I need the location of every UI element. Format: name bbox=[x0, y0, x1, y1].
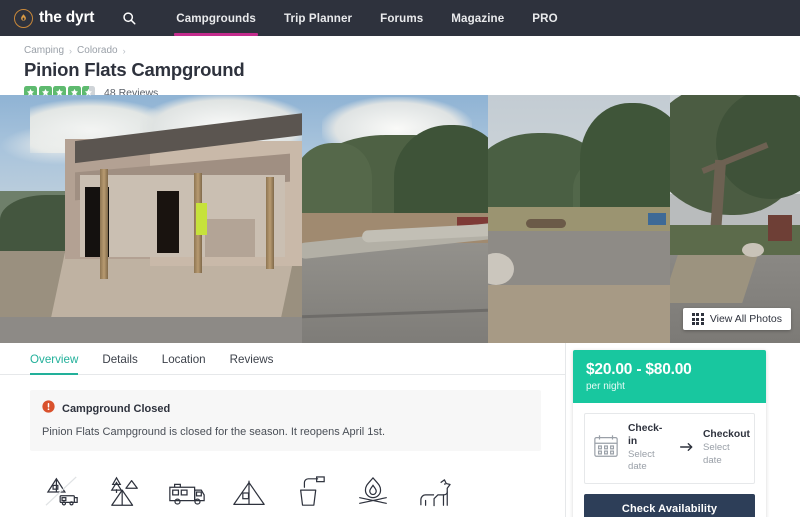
alert-title: Campground Closed bbox=[62, 403, 171, 415]
faucet-cup-icon bbox=[295, 473, 327, 509]
grid-icon bbox=[691, 313, 704, 325]
amenity-tent-sites[interactable]: Tent Sites bbox=[218, 473, 280, 517]
breadcrumb-item-colorado[interactable]: Colorado bbox=[77, 45, 118, 56]
check-availability-button[interactable]: Check Availability bbox=[584, 493, 755, 517]
breadcrumb-separator-icon: › bbox=[122, 45, 126, 56]
arrow-right-icon bbox=[680, 442, 694, 454]
dog-icon bbox=[417, 473, 453, 509]
photo-pavement bbox=[302, 243, 488, 343]
photo-sign bbox=[196, 203, 207, 235]
tab-details[interactable]: Details bbox=[90, 343, 149, 375]
nav-link-trip-planner[interactable]: Trip Planner bbox=[270, 0, 366, 36]
photo-gravel bbox=[488, 285, 670, 343]
gallery-photo-2[interactable] bbox=[302, 95, 488, 343]
date-picker-row[interactable]: Check-in Select date Checkout Select dat… bbox=[584, 413, 755, 484]
photo-rock bbox=[742, 243, 764, 257]
price-range: $20.00 - $80.00 bbox=[586, 361, 692, 378]
breadcrumb: Camping › Colorado › bbox=[24, 45, 776, 56]
checkout-block[interactable]: Checkout Select date bbox=[703, 429, 750, 467]
search-icon[interactable] bbox=[118, 7, 140, 29]
photo-debris bbox=[526, 219, 566, 228]
main-column: Overview Details Location Reviews Campgr… bbox=[0, 343, 565, 517]
gallery-photo-3[interactable] bbox=[488, 95, 670, 343]
photo-door bbox=[157, 191, 179, 253]
photo-post bbox=[266, 177, 274, 269]
campfire-icon bbox=[356, 473, 390, 509]
closure-alert: Campground Closed Pinion Flats Campgroun… bbox=[30, 390, 541, 452]
checkout-value: Select date bbox=[703, 442, 730, 466]
alert-circle-icon bbox=[42, 400, 55, 418]
photo-gallery: View All Photos bbox=[0, 95, 800, 343]
amenity-pets[interactable]: Pets bbox=[404, 473, 466, 517]
checkin-label: Check-in bbox=[628, 423, 663, 447]
group-tents-icon bbox=[106, 473, 144, 509]
tent-icon bbox=[231, 473, 267, 509]
rv-icon bbox=[167, 473, 207, 509]
site-logo[interactable]: the dyrt bbox=[14, 8, 95, 28]
campfire-logo-icon bbox=[14, 8, 33, 28]
overview-panel: Campground Closed Pinion Flats Campgroun… bbox=[0, 375, 565, 517]
amenity-rv-sites[interactable]: RV Sites bbox=[156, 473, 218, 517]
content-tabs: Overview Details Location Reviews bbox=[0, 343, 565, 375]
amenities-list: Standard Group bbox=[30, 451, 541, 517]
gallery-photo-4[interactable] bbox=[670, 95, 800, 343]
breadcrumb-item-camping[interactable]: Camping bbox=[24, 45, 64, 56]
photo-vehicle bbox=[648, 213, 666, 225]
checkin-block[interactable]: Check-in Select date bbox=[628, 423, 671, 474]
photo-pavement bbox=[488, 231, 670, 289]
alert-header: Campground Closed bbox=[42, 400, 529, 418]
amenity-group[interactable]: Group bbox=[94, 473, 156, 517]
view-all-photos-button[interactable]: View All Photos bbox=[682, 308, 791, 330]
photo-bin bbox=[768, 215, 792, 241]
nav-link-magazine[interactable]: Magazine bbox=[437, 0, 518, 36]
view-all-photos-label: View All Photos bbox=[709, 313, 782, 325]
column-divider bbox=[565, 343, 566, 517]
amenity-fires[interactable]: Fires bbox=[342, 473, 404, 517]
alert-body: Pinion Flats Campground is closed for th… bbox=[42, 426, 386, 438]
tent-rv-icon bbox=[44, 473, 82, 509]
page-header: Camping › Colorado › Pinion Flats Campgr… bbox=[0, 36, 800, 123]
breadcrumb-separator-icon: › bbox=[69, 45, 73, 56]
price-band: $20.00 - $80.00 per night bbox=[573, 350, 766, 403]
page-title: Pinion Flats Campground bbox=[24, 59, 245, 80]
nav-link-campgrounds[interactable]: Campgrounds bbox=[162, 0, 270, 36]
amenity-standard[interactable]: Standard bbox=[32, 473, 94, 517]
booking-column: $20.00 - $80.00 per night Check-in Selec… bbox=[565, 343, 800, 517]
top-navigation-bar: the dyrt Campgrounds Trip Planner Forums… bbox=[0, 0, 800, 36]
booking-card: $20.00 - $80.00 per night Check-in Selec… bbox=[573, 350, 766, 517]
logo-text: the dyrt bbox=[39, 9, 95, 26]
tab-location[interactable]: Location bbox=[150, 343, 218, 375]
nav-link-forums[interactable]: Forums bbox=[366, 0, 437, 36]
amenity-drinking[interactable]: Drinking bbox=[280, 473, 342, 517]
calendar-icon bbox=[593, 433, 619, 464]
photo-road bbox=[0, 317, 302, 343]
photo-post bbox=[100, 169, 108, 279]
primary-nav-links: Campgrounds Trip Planner Forums Magazine… bbox=[162, 0, 571, 36]
content-area: Overview Details Location Reviews Campgr… bbox=[0, 343, 800, 517]
nav-link-pro[interactable]: PRO bbox=[518, 0, 571, 36]
gallery-photo-1[interactable] bbox=[0, 95, 302, 343]
campground-detail-page: the dyrt Campgrounds Trip Planner Forums… bbox=[0, 0, 800, 517]
price-unit: per night bbox=[586, 381, 625, 392]
tab-overview[interactable]: Overview bbox=[30, 343, 90, 375]
photo-sink bbox=[205, 219, 255, 257]
checkout-label: Checkout bbox=[703, 429, 750, 441]
tab-reviews[interactable]: Reviews bbox=[218, 343, 286, 375]
checkin-value: Select date bbox=[628, 448, 655, 473]
